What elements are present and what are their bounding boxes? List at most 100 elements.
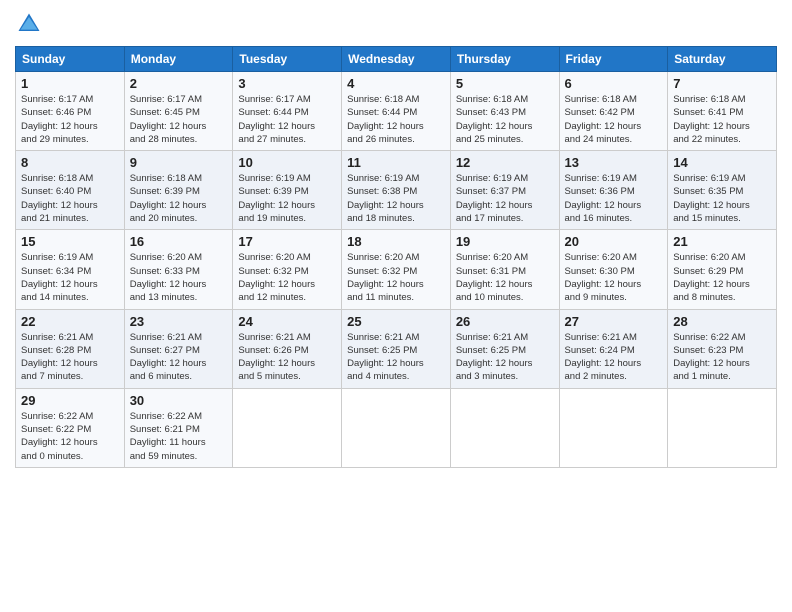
day-number: 22 — [21, 314, 119, 329]
day-number: 24 — [238, 314, 336, 329]
day-cell — [559, 388, 668, 467]
day-cell: 9 Sunrise: 6:18 AMSunset: 6:39 PMDayligh… — [124, 151, 233, 230]
day-number: 8 — [21, 155, 119, 170]
day-cell: 2 Sunrise: 6:17 AMSunset: 6:45 PMDayligh… — [124, 72, 233, 151]
day-number: 26 — [456, 314, 554, 329]
day-info: Sunrise: 6:21 AMSunset: 6:25 PMDaylight:… — [347, 331, 445, 384]
day-cell: 17 Sunrise: 6:20 AMSunset: 6:32 PMDaylig… — [233, 230, 342, 309]
day-cell: 11 Sunrise: 6:19 AMSunset: 6:38 PMDaylig… — [342, 151, 451, 230]
weekday-header-sunday: Sunday — [16, 47, 125, 72]
day-info: Sunrise: 6:21 AMSunset: 6:24 PMDaylight:… — [565, 331, 663, 384]
day-cell: 4 Sunrise: 6:18 AMSunset: 6:44 PMDayligh… — [342, 72, 451, 151]
day-info: Sunrise: 6:19 AMSunset: 6:37 PMDaylight:… — [456, 172, 554, 225]
weekday-header-friday: Friday — [559, 47, 668, 72]
day-number: 18 — [347, 234, 445, 249]
day-cell: 21 Sunrise: 6:20 AMSunset: 6:29 PMDaylig… — [668, 230, 777, 309]
day-info: Sunrise: 6:18 AMSunset: 6:42 PMDaylight:… — [565, 93, 663, 146]
weekday-header-saturday: Saturday — [668, 47, 777, 72]
day-info: Sunrise: 6:21 AMSunset: 6:28 PMDaylight:… — [21, 331, 119, 384]
day-number: 15 — [21, 234, 119, 249]
day-cell: 24 Sunrise: 6:21 AMSunset: 6:26 PMDaylig… — [233, 309, 342, 388]
day-info: Sunrise: 6:21 AMSunset: 6:26 PMDaylight:… — [238, 331, 336, 384]
day-cell: 15 Sunrise: 6:19 AMSunset: 6:34 PMDaylig… — [16, 230, 125, 309]
day-cell: 26 Sunrise: 6:21 AMSunset: 6:25 PMDaylig… — [450, 309, 559, 388]
day-cell: 13 Sunrise: 6:19 AMSunset: 6:36 PMDaylig… — [559, 151, 668, 230]
weekday-header-monday: Monday — [124, 47, 233, 72]
day-info: Sunrise: 6:18 AMSunset: 6:39 PMDaylight:… — [130, 172, 228, 225]
day-info: Sunrise: 6:20 AMSunset: 6:31 PMDaylight:… — [456, 251, 554, 304]
day-cell: 6 Sunrise: 6:18 AMSunset: 6:42 PMDayligh… — [559, 72, 668, 151]
day-number: 11 — [347, 155, 445, 170]
week-row-3: 15 Sunrise: 6:19 AMSunset: 6:34 PMDaylig… — [16, 230, 777, 309]
day-cell — [668, 388, 777, 467]
day-number: 21 — [673, 234, 771, 249]
day-info: Sunrise: 6:21 AMSunset: 6:25 PMDaylight:… — [456, 331, 554, 384]
weekday-header-thursday: Thursday — [450, 47, 559, 72]
day-cell: 19 Sunrise: 6:20 AMSunset: 6:31 PMDaylig… — [450, 230, 559, 309]
day-number: 14 — [673, 155, 771, 170]
day-cell: 7 Sunrise: 6:18 AMSunset: 6:41 PMDayligh… — [668, 72, 777, 151]
day-info: Sunrise: 6:19 AMSunset: 6:35 PMDaylight:… — [673, 172, 771, 225]
logo-icon — [15, 10, 43, 38]
day-cell: 18 Sunrise: 6:20 AMSunset: 6:32 PMDaylig… — [342, 230, 451, 309]
day-cell — [233, 388, 342, 467]
day-number: 25 — [347, 314, 445, 329]
day-cell: 29 Sunrise: 6:22 AMSunset: 6:22 PMDaylig… — [16, 388, 125, 467]
day-info: Sunrise: 6:19 AMSunset: 6:36 PMDaylight:… — [565, 172, 663, 225]
weekday-header-tuesday: Tuesday — [233, 47, 342, 72]
week-row-1: 1 Sunrise: 6:17 AMSunset: 6:46 PMDayligh… — [16, 72, 777, 151]
day-number: 5 — [456, 76, 554, 91]
day-number: 23 — [130, 314, 228, 329]
week-row-5: 29 Sunrise: 6:22 AMSunset: 6:22 PMDaylig… — [16, 388, 777, 467]
day-info: Sunrise: 6:19 AMSunset: 6:34 PMDaylight:… — [21, 251, 119, 304]
day-cell: 23 Sunrise: 6:21 AMSunset: 6:27 PMDaylig… — [124, 309, 233, 388]
day-number: 7 — [673, 76, 771, 91]
day-cell: 3 Sunrise: 6:17 AMSunset: 6:44 PMDayligh… — [233, 72, 342, 151]
day-info: Sunrise: 6:18 AMSunset: 6:43 PMDaylight:… — [456, 93, 554, 146]
day-cell: 10 Sunrise: 6:19 AMSunset: 6:39 PMDaylig… — [233, 151, 342, 230]
day-cell: 22 Sunrise: 6:21 AMSunset: 6:28 PMDaylig… — [16, 309, 125, 388]
calendar-table: SundayMondayTuesdayWednesdayThursdayFrid… — [15, 46, 777, 468]
day-info: Sunrise: 6:20 AMSunset: 6:30 PMDaylight:… — [565, 251, 663, 304]
day-number: 17 — [238, 234, 336, 249]
day-number: 16 — [130, 234, 228, 249]
day-number: 3 — [238, 76, 336, 91]
day-info: Sunrise: 6:18 AMSunset: 6:44 PMDaylight:… — [347, 93, 445, 146]
weekday-header-row: SundayMondayTuesdayWednesdayThursdayFrid… — [16, 47, 777, 72]
day-number: 28 — [673, 314, 771, 329]
day-number: 10 — [238, 155, 336, 170]
day-cell: 12 Sunrise: 6:19 AMSunset: 6:37 PMDaylig… — [450, 151, 559, 230]
weekday-header-wednesday: Wednesday — [342, 47, 451, 72]
day-number: 29 — [21, 393, 119, 408]
day-cell — [450, 388, 559, 467]
day-cell: 30 Sunrise: 6:22 AMSunset: 6:21 PMDaylig… — [124, 388, 233, 467]
day-info: Sunrise: 6:18 AMSunset: 6:41 PMDaylight:… — [673, 93, 771, 146]
day-info: Sunrise: 6:18 AMSunset: 6:40 PMDaylight:… — [21, 172, 119, 225]
day-cell: 27 Sunrise: 6:21 AMSunset: 6:24 PMDaylig… — [559, 309, 668, 388]
day-cell: 8 Sunrise: 6:18 AMSunset: 6:40 PMDayligh… — [16, 151, 125, 230]
day-number: 19 — [456, 234, 554, 249]
day-number: 12 — [456, 155, 554, 170]
page: SundayMondayTuesdayWednesdayThursdayFrid… — [0, 0, 792, 612]
day-info: Sunrise: 6:19 AMSunset: 6:38 PMDaylight:… — [347, 172, 445, 225]
day-number: 1 — [21, 76, 119, 91]
day-number: 20 — [565, 234, 663, 249]
day-info: Sunrise: 6:20 AMSunset: 6:29 PMDaylight:… — [673, 251, 771, 304]
day-number: 6 — [565, 76, 663, 91]
week-row-4: 22 Sunrise: 6:21 AMSunset: 6:28 PMDaylig… — [16, 309, 777, 388]
day-info: Sunrise: 6:17 AMSunset: 6:46 PMDaylight:… — [21, 93, 119, 146]
day-cell: 25 Sunrise: 6:21 AMSunset: 6:25 PMDaylig… — [342, 309, 451, 388]
day-cell: 5 Sunrise: 6:18 AMSunset: 6:43 PMDayligh… — [450, 72, 559, 151]
day-info: Sunrise: 6:20 AMSunset: 6:32 PMDaylight:… — [238, 251, 336, 304]
day-cell — [342, 388, 451, 467]
day-cell: 28 Sunrise: 6:22 AMSunset: 6:23 PMDaylig… — [668, 309, 777, 388]
day-info: Sunrise: 6:20 AMSunset: 6:33 PMDaylight:… — [130, 251, 228, 304]
day-number: 9 — [130, 155, 228, 170]
day-cell: 14 Sunrise: 6:19 AMSunset: 6:35 PMDaylig… — [668, 151, 777, 230]
day-info: Sunrise: 6:22 AMSunset: 6:23 PMDaylight:… — [673, 331, 771, 384]
header — [15, 10, 777, 38]
day-info: Sunrise: 6:17 AMSunset: 6:45 PMDaylight:… — [130, 93, 228, 146]
day-number: 4 — [347, 76, 445, 91]
day-number: 30 — [130, 393, 228, 408]
day-info: Sunrise: 6:21 AMSunset: 6:27 PMDaylight:… — [130, 331, 228, 384]
